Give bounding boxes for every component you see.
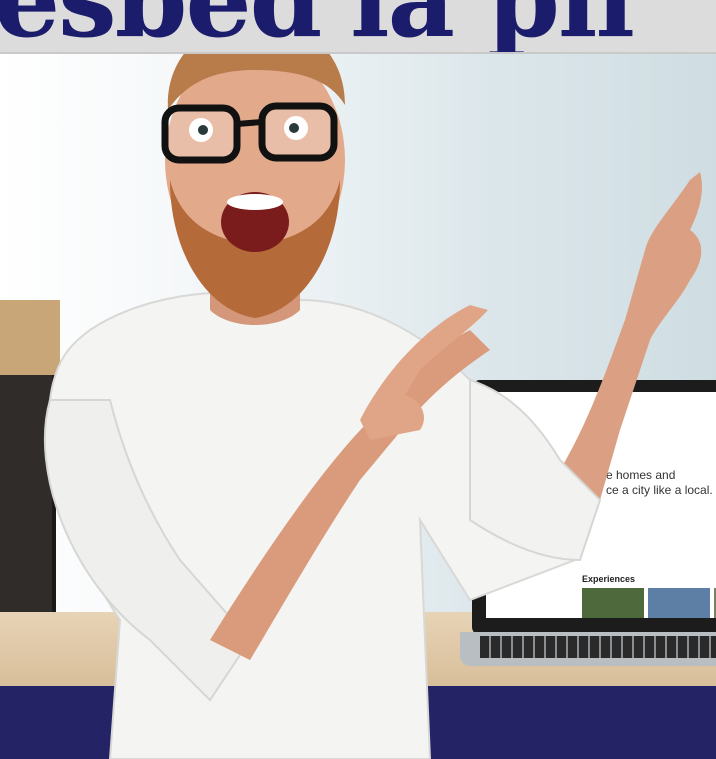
headline-text: esbed'la pli	[0, 0, 635, 52]
right-arm	[560, 172, 702, 500]
excited-man-figure	[43, 20, 702, 759]
left-pupil	[198, 125, 208, 135]
headline-banner: esbed'la pli	[0, 0, 716, 54]
glasses-bridge	[236, 119, 263, 127]
teeth	[227, 194, 283, 210]
right-pupil	[289, 123, 299, 133]
